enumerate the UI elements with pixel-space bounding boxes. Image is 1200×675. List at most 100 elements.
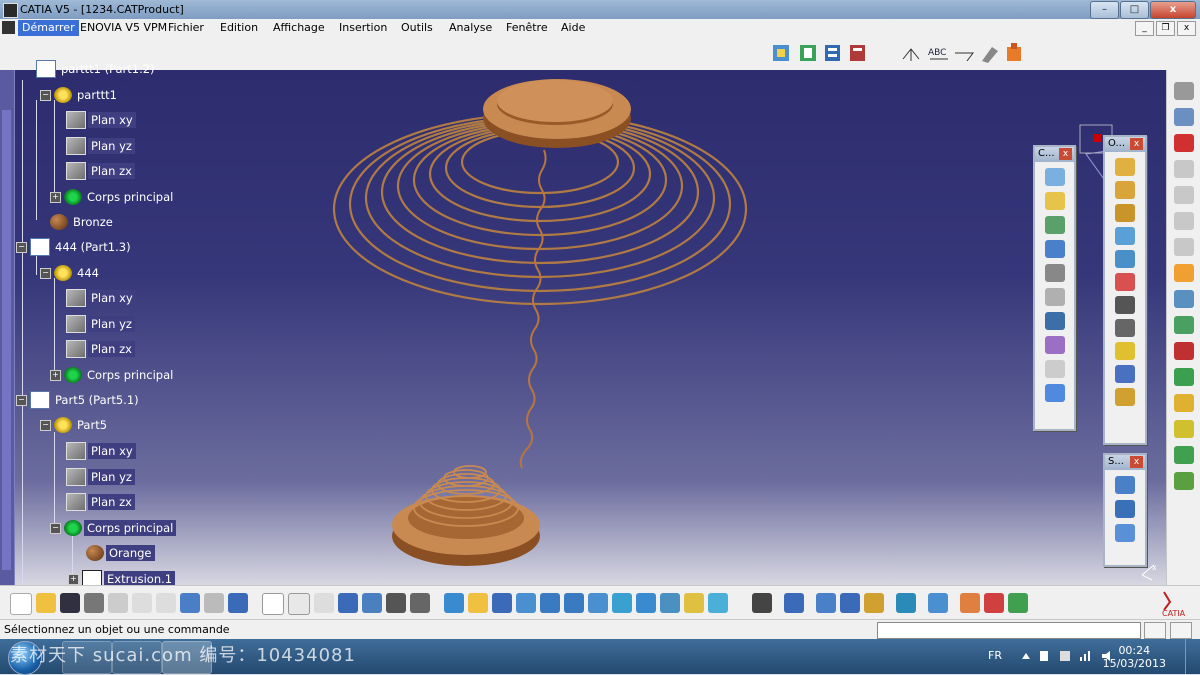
pdf-icon[interactable] — [1174, 134, 1194, 152]
close-icon[interactable]: x — [1059, 148, 1072, 160]
grayed-icon[interactable] — [1174, 186, 1194, 204]
paint-icon[interactable] — [1007, 43, 1021, 61]
offset-icon[interactable] — [1044, 216, 1065, 234]
save-icon[interactable] — [60, 593, 80, 613]
tree-node-444-part[interactable]: −444 (Part1.3) — [16, 238, 134, 256]
redo-icon[interactable] — [204, 593, 224, 613]
menu-enovia[interactable]: ENOVIA V5 VPM — [80, 21, 167, 34]
catia-app-icon[interactable] — [3, 3, 18, 18]
toolbar-header[interactable]: S... x — [1105, 455, 1145, 470]
part-icon[interactable] — [1115, 204, 1135, 222]
print-icon[interactable] — [84, 593, 104, 613]
multi-constraint-icon[interactable] — [1044, 384, 1065, 402]
generate-numbering-icon[interactable] — [1115, 319, 1135, 337]
formula-icon[interactable] — [262, 593, 284, 615]
assembly-icon[interactable] — [800, 45, 816, 61]
toolbar-header[interactable]: O... x — [1105, 137, 1145, 152]
scene-icon[interactable] — [960, 593, 980, 613]
camera-icon[interactable] — [752, 593, 772, 613]
select-icon[interactable] — [1174, 264, 1194, 282]
zoom-in-icon[interactable] — [540, 593, 560, 613]
close-icon[interactable]: x — [1130, 138, 1143, 150]
rotate-icon[interactable] — [516, 593, 536, 613]
collapse-icon[interactable]: − — [40, 419, 51, 431]
command-button[interactable] — [1144, 622, 1166, 639]
stop-manipulate-icon[interactable] — [1174, 368, 1194, 386]
menu-insertion[interactable]: Insertion — [339, 21, 387, 34]
menu-aide[interactable]: Aide — [561, 21, 585, 34]
open-icon[interactable] — [36, 593, 56, 613]
angle-icon[interactable] — [1044, 240, 1065, 258]
pan-icon[interactable] — [492, 593, 512, 613]
menu-outils[interactable]: Outils — [401, 21, 433, 34]
close-icon[interactable]: x — [1130, 456, 1143, 468]
fix-together-icon[interactable] — [1044, 288, 1065, 306]
hide-show-icon[interactable] — [684, 593, 704, 613]
distance-icon[interactable] — [1115, 524, 1135, 542]
whats-this-icon[interactable] — [228, 593, 248, 613]
expand-icon[interactable]: + — [50, 191, 61, 203]
tree-node-plan-zx[interactable]: Plan zx — [66, 493, 135, 511]
table-icon[interactable] — [338, 593, 358, 613]
material-icon[interactable] — [984, 593, 1004, 613]
tree-node-plan-xy[interactable]: Plan xy — [66, 289, 136, 307]
paste-icon[interactable] — [156, 593, 176, 613]
close-button[interactable]: x — [1150, 1, 1196, 19]
clash-icon[interactable] — [1115, 476, 1135, 494]
clock[interactable]: 00:24 15/03/2013 — [1103, 644, 1166, 670]
command-button-2[interactable] — [1170, 622, 1192, 639]
axis-icon[interactable] — [902, 48, 920, 61]
tree-node-plan-zx[interactable]: Plan zx — [66, 340, 135, 358]
tree-node-part5-part[interactable]: − Part5 (Part5.1) — [16, 391, 142, 409]
comment-icon[interactable] — [288, 593, 310, 615]
link-icon[interactable] — [314, 593, 334, 613]
contact-icon[interactable] — [1044, 192, 1065, 210]
tree-node-plan-xy[interactable]: Plan xy — [66, 111, 136, 129]
tree-node-corps-principal[interactable]: + Corps principal — [50, 188, 176, 206]
fix-icon[interactable] — [1044, 264, 1065, 282]
measure-icon[interactable] — [982, 47, 998, 63]
mass-icon[interactable] — [864, 593, 884, 613]
menu-edition[interactable]: Edition — [220, 21, 258, 34]
product-icon[interactable] — [1174, 108, 1194, 126]
normal-view-icon[interactable] — [588, 593, 608, 613]
tree-node-parttt1[interactable]: − parttt1 — [40, 86, 120, 104]
measure-icon[interactable] — [816, 593, 836, 613]
catalog2-icon[interactable] — [850, 45, 865, 61]
menu-fenetre[interactable]: Fenêtre — [506, 21, 548, 34]
doc-restore-button[interactable]: ❐ — [1156, 21, 1175, 36]
cut-icon[interactable] — [108, 593, 128, 613]
render-icon[interactable] — [928, 593, 948, 613]
tree-node-plan-yz[interactable]: Plan yz — [66, 137, 135, 155]
fit-all-icon[interactable] — [468, 593, 488, 613]
collapse-icon[interactable]: − — [50, 522, 61, 534]
multi-instantiation-icon[interactable] — [1115, 388, 1135, 406]
tray-power-icon[interactable] — [1060, 651, 1070, 661]
tree-node-444[interactable]: −444 — [40, 264, 102, 282]
graph-tree-reordering-icon[interactable] — [1115, 296, 1135, 314]
manipulation-icon[interactable] — [1174, 290, 1194, 308]
grayed-icon[interactable] — [1174, 160, 1194, 178]
coincidence-icon[interactable] — [1044, 168, 1065, 186]
existing-component-icon[interactable] — [1115, 227, 1135, 245]
snap-icon[interactable] — [1174, 316, 1194, 334]
collapse-icon[interactable]: − — [16, 394, 27, 406]
expand-icon[interactable]: + — [50, 369, 61, 381]
expand-icon[interactable]: + — [68, 573, 79, 585]
language-indicator[interactable]: FR — [988, 649, 1002, 662]
tree-node-plan-yz[interactable]: Plan yz — [66, 315, 135, 333]
tree-node-plan-xy[interactable]: Plan xy — [66, 442, 136, 460]
tree-node-part1-2[interactable]: parttt1 (Part1.2) — [36, 60, 158, 78]
flexible-icon[interactable] — [1044, 336, 1065, 354]
zoom-out-icon[interactable] — [564, 593, 584, 613]
tray-network-icon[interactable] — [1080, 651, 1090, 661]
tree-icon[interactable] — [410, 593, 430, 613]
menu-fichier[interactable]: Fichier — [168, 21, 204, 34]
update-icon[interactable] — [784, 593, 804, 613]
lock-icon[interactable] — [386, 593, 406, 613]
tree-node-corps-principal[interactable]: − Corps principal — [50, 519, 177, 537]
minimize-button[interactable]: – — [1090, 1, 1119, 19]
scene-icon[interactable] — [1174, 446, 1194, 464]
document-icon[interactable] — [2, 21, 15, 34]
manage-representations-icon[interactable] — [1115, 365, 1135, 383]
